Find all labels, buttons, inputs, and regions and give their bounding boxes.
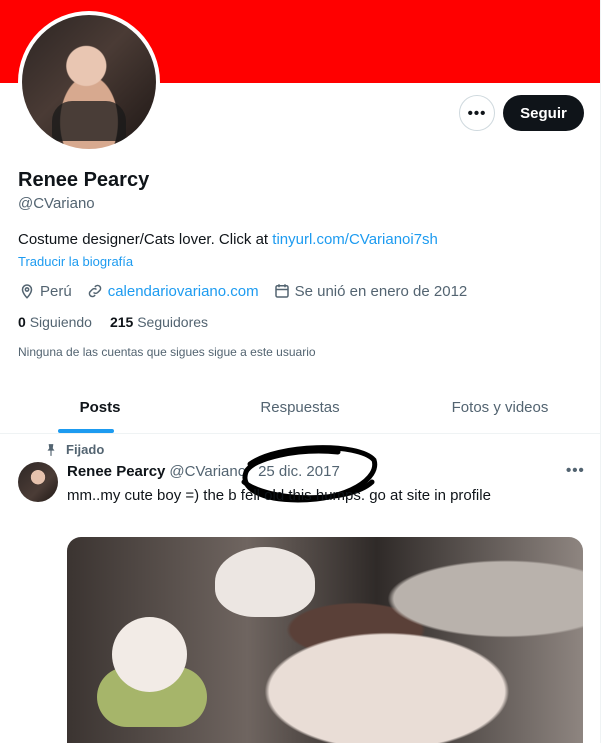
map-pin-icon bbox=[21, 284, 33, 299]
avatar-image bbox=[22, 15, 156, 149]
tab-posts[interactable]: Posts bbox=[0, 381, 200, 433]
profile-tabs: Posts Respuestas Fotos y videos bbox=[0, 381, 600, 434]
calendar-icon bbox=[274, 284, 289, 298]
post-text: mm..my cute boy =) the b fell old this h… bbox=[67, 487, 491, 504]
profile-name: Renee Pearcy bbox=[18, 169, 150, 191]
profile-bio: Costume designer/Cats lover. Click at ti… bbox=[18, 231, 438, 248]
post-media-image[interactable] bbox=[67, 537, 583, 743]
pinned-label: Fijado bbox=[66, 442, 105, 457]
follow-stats: 0 Siguiendo 215 Seguidores bbox=[18, 314, 208, 330]
post-avatar[interactable] bbox=[18, 462, 58, 502]
post-more-button[interactable]: ••• bbox=[566, 462, 585, 479]
link-icon bbox=[88, 284, 101, 298]
followers-label: Seguidores bbox=[137, 314, 209, 330]
media-plush-toy bbox=[215, 547, 315, 617]
post-author-handle[interactable]: @CVariano bbox=[169, 463, 246, 480]
tab-replies[interactable]: Respuestas bbox=[200, 381, 400, 433]
bio-text: Costume designer/Cats lover. Click at bbox=[18, 231, 273, 248]
media-plush-toy bbox=[112, 617, 187, 692]
translate-bio-link[interactable]: Traducir la biografía bbox=[18, 254, 133, 269]
profile-handle: @CVariano bbox=[18, 195, 95, 212]
website-item[interactable]: calendariovariano.com bbox=[86, 282, 259, 300]
post-date[interactable]: 25 dic. 2017 bbox=[258, 463, 340, 480]
followers-you-know-note: Ninguna de las cuentas que sigues sigue … bbox=[18, 345, 316, 359]
profile-meta: Perú calendariovariano.com Se unió en en… bbox=[18, 282, 481, 300]
following-count: 0 bbox=[18, 314, 26, 330]
more-options-button[interactable]: ••• bbox=[459, 95, 495, 131]
website-link[interactable]: calendariovariano.com bbox=[108, 283, 259, 300]
post-author-name[interactable]: Renee Pearcy bbox=[67, 463, 165, 480]
following-label: Siguiendo bbox=[29, 314, 92, 330]
location-item: Perú bbox=[18, 282, 72, 300]
location-text: Perú bbox=[40, 282, 72, 300]
pinned-indicator: Fijado bbox=[44, 442, 104, 457]
joined-item: Se unió en enero de 2012 bbox=[273, 282, 468, 300]
joined-text: Se unió en enero de 2012 bbox=[294, 282, 468, 300]
profile-avatar[interactable] bbox=[18, 11, 160, 153]
post-header: Renee Pearcy @CVariano 25 dic. 2017 bbox=[67, 463, 340, 480]
page-edge bbox=[600, 0, 615, 743]
pin-icon bbox=[47, 443, 55, 456]
followers-count: 215 bbox=[109, 314, 134, 330]
tab-media[interactable]: Fotos y videos bbox=[400, 381, 600, 433]
bio-link[interactable]: tinyurl.com/CVarianoi7sh bbox=[272, 231, 438, 248]
following-link[interactable]: 0 Siguiendo bbox=[18, 314, 92, 330]
followers-link[interactable]: 215 Seguidores bbox=[110, 314, 208, 330]
follow-button[interactable]: Seguir bbox=[503, 95, 584, 131]
